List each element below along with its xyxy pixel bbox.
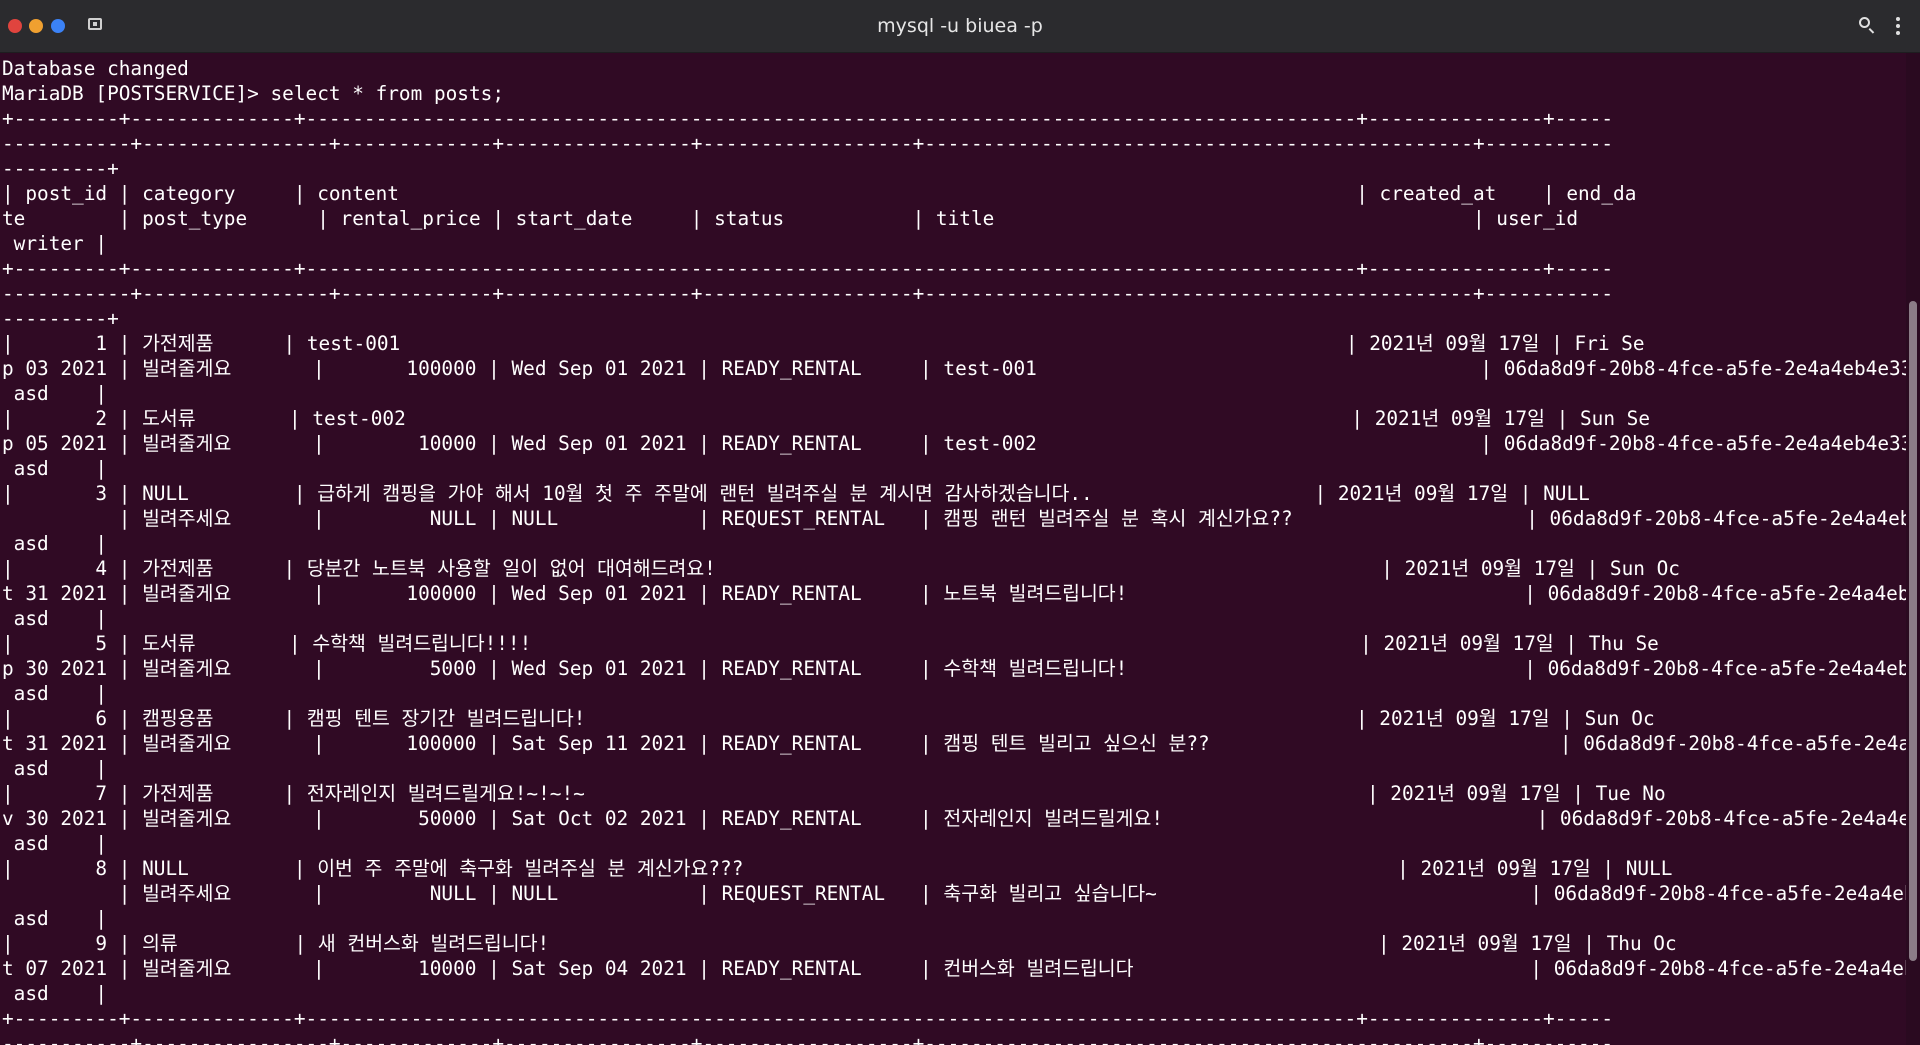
- terminal-text: Database changed MariaDB [POSTSERVICE]> …: [2, 57, 1906, 1045]
- scrollbar[interactable]: [1906, 53, 1920, 1045]
- kebab-menu-icon[interactable]: [1896, 17, 1900, 35]
- search-icon[interactable]: [1859, 17, 1870, 28]
- window-title: mysql -u biuea -p: [877, 15, 1043, 37]
- scrollbar-thumb[interactable]: [1909, 301, 1917, 961]
- title-bar: mysql -u biuea -p: [0, 0, 1920, 53]
- terminal-output-area[interactable]: Database changed MariaDB [POSTSERVICE]> …: [0, 53, 1906, 1045]
